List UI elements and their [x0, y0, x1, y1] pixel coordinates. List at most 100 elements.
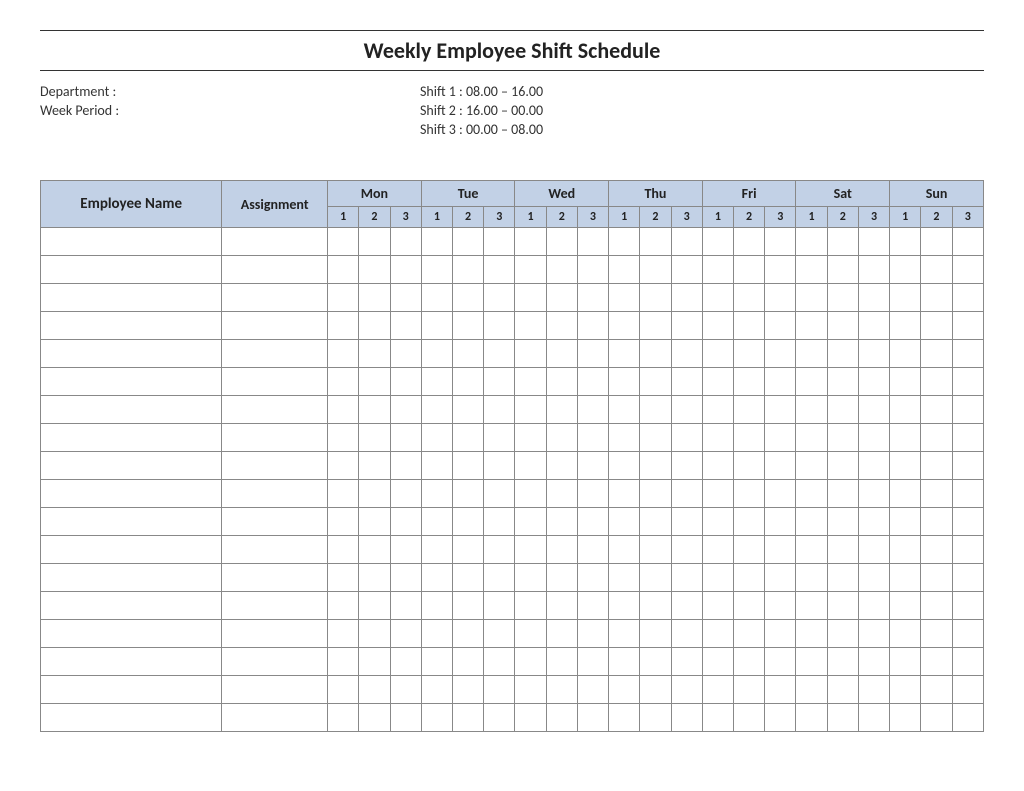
header-shift: 2	[359, 207, 390, 228]
cell-shift	[921, 592, 952, 620]
cell-shift	[796, 396, 827, 424]
cell-shift	[921, 536, 952, 564]
header-shift: 1	[421, 207, 452, 228]
cell-shift	[827, 284, 858, 312]
cell-shift	[765, 284, 796, 312]
cell-shift	[609, 676, 640, 704]
header-shift: 3	[952, 207, 983, 228]
cell-shift	[577, 228, 608, 256]
cell-shift	[546, 508, 577, 536]
cell-shift	[952, 676, 983, 704]
cell-shift	[671, 228, 702, 256]
header-day: Fri	[702, 181, 796, 207]
cell-shift	[921, 284, 952, 312]
cell-shift	[390, 228, 421, 256]
table-row	[41, 256, 984, 284]
cell-shift	[796, 648, 827, 676]
cell-shift	[827, 312, 858, 340]
cell-shift	[515, 340, 546, 368]
cell-shift	[640, 508, 671, 536]
cell-shift	[733, 396, 764, 424]
cell-shift	[796, 424, 827, 452]
page-title: Weekly Employee Shift Schedule	[40, 37, 984, 64]
cell-shift	[858, 424, 889, 452]
cell-shift	[952, 564, 983, 592]
cell-shift	[858, 592, 889, 620]
cell-shift	[765, 452, 796, 480]
cell-shift	[452, 536, 483, 564]
cell-shift	[890, 592, 921, 620]
cell-shift	[702, 228, 733, 256]
cell-shift	[452, 396, 483, 424]
cell-shift	[515, 704, 546, 732]
cell-shift	[952, 424, 983, 452]
cell-assignment	[222, 564, 328, 592]
cell-shift	[890, 368, 921, 396]
cell-shift	[827, 508, 858, 536]
cell-shift	[640, 620, 671, 648]
cell-shift	[796, 508, 827, 536]
cell-shift	[671, 508, 702, 536]
cell-shift	[546, 648, 577, 676]
cell-shift	[890, 228, 921, 256]
cell-shift	[796, 564, 827, 592]
cell-shift	[484, 704, 515, 732]
cell-employee-name	[41, 564, 222, 592]
cell-shift	[858, 648, 889, 676]
cell-shift	[890, 564, 921, 592]
cell-shift	[421, 424, 452, 452]
cell-shift	[328, 396, 359, 424]
cell-shift	[577, 564, 608, 592]
cell-shift	[702, 284, 733, 312]
cell-shift	[702, 564, 733, 592]
cell-shift	[890, 480, 921, 508]
header-shift: 1	[702, 207, 733, 228]
cell-shift	[421, 676, 452, 704]
cell-employee-name	[41, 368, 222, 396]
cell-shift	[765, 704, 796, 732]
cell-shift	[328, 452, 359, 480]
header-day: Mon	[328, 181, 422, 207]
cell-shift	[702, 480, 733, 508]
cell-shift	[452, 620, 483, 648]
cell-shift	[858, 536, 889, 564]
cell-shift	[359, 284, 390, 312]
cell-shift	[921, 396, 952, 424]
cell-shift	[452, 676, 483, 704]
cell-shift	[921, 564, 952, 592]
cell-shift	[328, 508, 359, 536]
cell-shift	[515, 620, 546, 648]
cell-shift	[609, 340, 640, 368]
cell-shift	[359, 480, 390, 508]
cell-shift	[452, 256, 483, 284]
cell-shift	[796, 620, 827, 648]
cell-shift	[577, 508, 608, 536]
cell-shift	[421, 368, 452, 396]
cell-shift	[421, 396, 452, 424]
cell-shift	[858, 228, 889, 256]
cell-shift	[577, 368, 608, 396]
cell-shift	[390, 368, 421, 396]
cell-shift	[702, 256, 733, 284]
cell-shift	[515, 648, 546, 676]
cell-shift	[702, 508, 733, 536]
cell-shift	[733, 256, 764, 284]
cell-shift	[328, 284, 359, 312]
cell-shift	[640, 704, 671, 732]
cell-shift	[827, 228, 858, 256]
cell-shift	[515, 396, 546, 424]
cell-shift	[671, 704, 702, 732]
cell-shift	[546, 536, 577, 564]
cell-shift	[328, 480, 359, 508]
cell-shift	[765, 340, 796, 368]
cell-employee-name	[41, 704, 222, 732]
cell-shift	[609, 564, 640, 592]
cell-assignment	[222, 536, 328, 564]
cell-shift	[890, 452, 921, 480]
table-row	[41, 592, 984, 620]
cell-shift	[328, 256, 359, 284]
cell-shift	[421, 256, 452, 284]
cell-employee-name	[41, 452, 222, 480]
cell-shift	[484, 564, 515, 592]
cell-shift	[515, 284, 546, 312]
